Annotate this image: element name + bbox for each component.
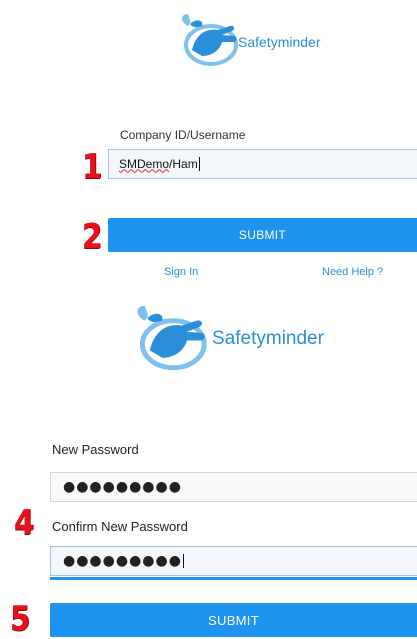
logo-text: Safetyminder bbox=[212, 328, 324, 349]
username-label: Company ID/Username bbox=[120, 128, 246, 142]
logo-text: Safetyminder bbox=[238, 34, 321, 50]
confirm-password-value: ●●●●●●●●● bbox=[63, 553, 184, 569]
text-caret bbox=[198, 157, 200, 172]
focus-underline bbox=[50, 577, 417, 580]
safetyminder-logo-large: Safetyminder bbox=[130, 302, 324, 374]
confirm-password-input[interactable]: ●●●●●●●●● bbox=[50, 546, 417, 576]
step-marker-4: 4 bbox=[14, 503, 35, 543]
safetyminder-logo: Safetyminder bbox=[176, 12, 320, 68]
confirm-password-label: Confirm New Password bbox=[52, 519, 188, 534]
step-marker-1: 1 bbox=[82, 147, 103, 187]
username-input[interactable]: SMDemo/Ham bbox=[108, 149, 417, 179]
new-password-input[interactable]: ●●●●●●●●● bbox=[50, 472, 417, 502]
step-marker-5: 5 bbox=[10, 599, 31, 639]
new-password-label: New Password bbox=[52, 442, 139, 457]
username-value-prefix: SMDemo bbox=[119, 156, 170, 171]
new-password-value: ●●●●●●●●● bbox=[63, 479, 182, 495]
step-marker-2: 2 bbox=[82, 217, 103, 257]
hand-leaf-logo-icon bbox=[137, 305, 207, 371]
submit-button-password[interactable]: SUBMIT bbox=[50, 603, 417, 637]
username-value-suffix: /Ham bbox=[169, 156, 198, 171]
submit-button-username[interactable]: SUBMIT bbox=[108, 218, 417, 252]
sign-in-link[interactable]: Sign In bbox=[164, 266, 198, 278]
need-help-link[interactable]: Need Help ? bbox=[322, 266, 383, 278]
text-caret bbox=[182, 554, 184, 568]
